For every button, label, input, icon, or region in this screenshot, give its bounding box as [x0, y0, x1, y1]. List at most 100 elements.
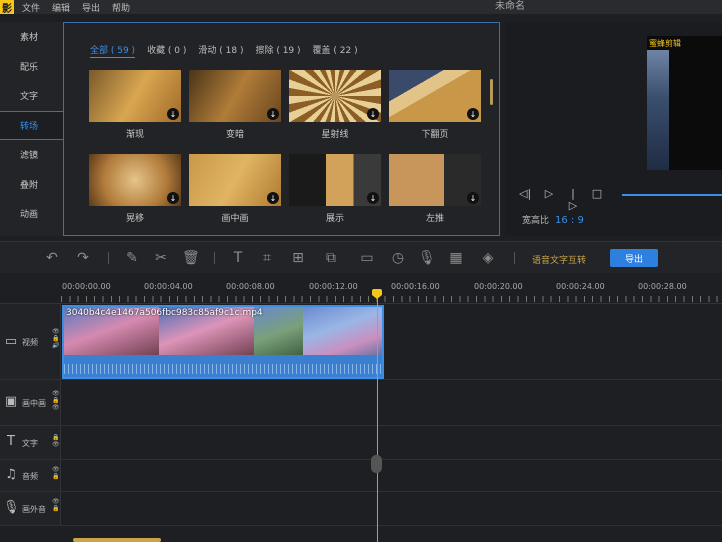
transition-tile[interactable]: ↓ 渐现: [89, 70, 181, 140]
transition-tile[interactable]: ↓ 画中画: [189, 154, 281, 224]
transition-tile[interactable]: ↓ 下翻页: [389, 70, 481, 140]
video-track[interactable]: ▭ 视频 👁 🔒 🔊 3040b4c4e1467a506fbc983c85af9c1…: [0, 304, 722, 380]
transition-thumbnail[interactable]: ↓: [389, 154, 481, 206]
next-frame-icon[interactable]: |▷: [567, 188, 579, 212]
ruler-label: 00:00:04.00: [144, 282, 193, 291]
sidebar-item-transitions[interactable]: 转场: [0, 110, 63, 140]
voiceover-track[interactable]: 🎙 画外音 👁 🔒: [0, 492, 722, 526]
download-icon[interactable]: ↓: [367, 192, 379, 204]
menu-edit[interactable]: 编辑: [52, 1, 70, 14]
transition-label: 画中画: [221, 214, 249, 224]
add-frame-icon[interactable]: ⊞: [290, 250, 306, 266]
playhead-line[interactable]: [377, 290, 378, 542]
preview-screen: 蜜蜂剪辑: [647, 36, 722, 170]
video-clip[interactable]: 3040b4c4e1467a506fbc983c85af9c1c.mp4: [62, 305, 384, 379]
edit-pencil-icon[interactable]: ✎: [124, 250, 140, 266]
transition-tile[interactable]: ↓ 左推: [389, 154, 481, 224]
microphone-icon[interactable]: 🎙: [418, 250, 436, 266]
title-bar: 影 文件 编辑 导出 帮助 未命名: [0, 0, 722, 15]
audio-track[interactable]: ♫ 音频 👁 🔒: [0, 460, 722, 492]
clip-frame: [303, 307, 382, 359]
track-toggles[interactable]: 🔒 👁: [52, 434, 60, 448]
sidebar-item-music[interactable]: 配乐: [0, 52, 63, 82]
ruler-label: 00:00:00.00: [62, 282, 111, 291]
transition-label: 变暗: [225, 130, 244, 140]
trash-icon[interactable]: 🗑: [182, 250, 200, 266]
crop-icon[interactable]: ⌗: [259, 250, 275, 266]
sidebar-item-overlays[interactable]: 叠附: [0, 170, 63, 200]
preview-panel: 蜜蜂剪辑 ◁| ▷ |▷ □ 宽高比 16 : 9: [505, 22, 722, 236]
window-title: 未命名: [495, 1, 525, 12]
track-toggles[interactable]: 👁 🔒: [52, 466, 60, 480]
mosaic-icon[interactable]: ▦: [448, 250, 464, 266]
tab-favorites[interactable]: 收藏 ( 0 ): [147, 43, 186, 58]
tab-all[interactable]: 全部 ( 59 ): [90, 43, 136, 58]
scissors-icon[interactable]: ✂: [153, 250, 169, 266]
timeline-scroll-handle[interactable]: [371, 455, 382, 473]
download-icon[interactable]: ↓: [167, 192, 179, 204]
sidebar-item-media[interactable]: 素材: [0, 22, 63, 52]
transition-tile[interactable]: ↓ 变暗: [189, 70, 281, 140]
download-icon[interactable]: ↓: [267, 108, 279, 120]
resize-icon[interactable]: ▭: [359, 250, 375, 266]
track-toggles[interactable]: 👁 🔒 👁: [52, 390, 60, 411]
library-scrollbar[interactable]: [490, 79, 493, 105]
app-logo[interactable]: 影: [0, 0, 14, 15]
track-label: 视频: [22, 338, 38, 347]
menu-export[interactable]: 导出: [82, 1, 100, 14]
paint-bucket-icon[interactable]: ◈: [480, 250, 496, 266]
download-icon[interactable]: ↓: [467, 108, 479, 120]
ruler-label: 00:00:28.00: [638, 282, 687, 291]
download-icon[interactable]: ↓: [467, 192, 479, 204]
transition-thumbnail[interactable]: ↓: [189, 154, 281, 206]
transition-thumbnail[interactable]: ↓: [389, 70, 481, 122]
sidebar-item-animation[interactable]: 动画: [0, 199, 63, 229]
stop-icon[interactable]: □: [591, 188, 603, 200]
ruler-label: 00:00:12.00: [309, 282, 358, 291]
edit-toolbar: ↶ ↷ ✎ ✂ 🗑 T ⌗ ⊞ ⧉ ▭ ◷ 🎙 ▦ ◈ 语音文字互转 导出: [0, 241, 722, 273]
download-icon[interactable]: ↓: [267, 192, 279, 204]
track-header: ▣ 画中画 👁 🔒 👁: [0, 380, 61, 425]
menu-help[interactable]: 帮助: [112, 1, 130, 14]
video-icon: ▭: [4, 334, 18, 349]
aspect-ratio-value[interactable]: 16 : 9: [555, 215, 584, 226]
tab-cover[interactable]: 覆盖 ( 22 ): [313, 43, 358, 58]
transition-thumbnail[interactable]: ↓: [289, 70, 381, 122]
play-icon[interactable]: ▷: [543, 188, 555, 200]
tab-wipe[interactable]: 擦除 ( 19 ): [255, 43, 300, 58]
text-tool-icon[interactable]: T: [230, 250, 246, 266]
transition-label: 下翻页: [421, 130, 449, 140]
transition-thumbnail[interactable]: ↓: [189, 70, 281, 122]
transition-thumbnail[interactable]: ↓: [89, 154, 181, 206]
speech-to-text-button[interactable]: 语音文字互转: [532, 253, 586, 266]
track-toggles[interactable]: 👁 🔒 🔊: [52, 328, 60, 349]
transition-label: 渐现: [125, 130, 144, 140]
tab-slide[interactable]: 滑动 ( 18 ): [198, 43, 243, 58]
transition-tile[interactable]: ↓ 展示: [289, 154, 381, 224]
transition-thumbnail[interactable]: ↓: [289, 154, 381, 206]
playback-progress[interactable]: [622, 194, 722, 196]
toolbar-divider: [108, 252, 109, 264]
timeline-horizontal-scrollbar[interactable]: [73, 538, 161, 542]
text-icon: T: [7, 434, 15, 449]
transition-tile[interactable]: ↓ 晃移: [89, 154, 181, 224]
sidebar-item-text[interactable]: 文字: [0, 81, 63, 111]
transition-thumbnail[interactable]: ↓: [89, 70, 181, 122]
clock-icon[interactable]: ◷: [390, 250, 406, 266]
pip-track[interactable]: ▣ 画中画 👁 🔒 👁: [0, 380, 722, 426]
redo-icon[interactable]: ↷: [75, 250, 91, 266]
download-icon[interactable]: ↓: [367, 108, 379, 120]
transition-tile[interactable]: ↓ 星射线: [289, 70, 381, 140]
track-toggles[interactable]: 👁 🔒: [52, 498, 60, 512]
timeline-ruler[interactable]: 00:00:00.00 00:00:04.00 00:00:08.00 00:0…: [0, 276, 722, 304]
download-icon[interactable]: ↓: [167, 108, 179, 120]
text-track[interactable]: T 文字 🔒 👁: [0, 426, 722, 460]
previous-frame-icon[interactable]: ◁|: [519, 188, 531, 200]
menu-file[interactable]: 文件: [22, 1, 40, 14]
mic-icon: 🎙: [3, 500, 20, 515]
timeline-tracks: ▭ 视频 👁 🔒 🔊 3040b4c4e1467a506fbc983c85af9c1…: [0, 304, 722, 542]
export-button[interactable]: 导出: [610, 249, 658, 267]
undo-icon[interactable]: ↶: [44, 250, 60, 266]
sidebar-item-filters[interactable]: 滤镜: [0, 140, 63, 170]
split-icon[interactable]: ⧉: [323, 250, 339, 266]
